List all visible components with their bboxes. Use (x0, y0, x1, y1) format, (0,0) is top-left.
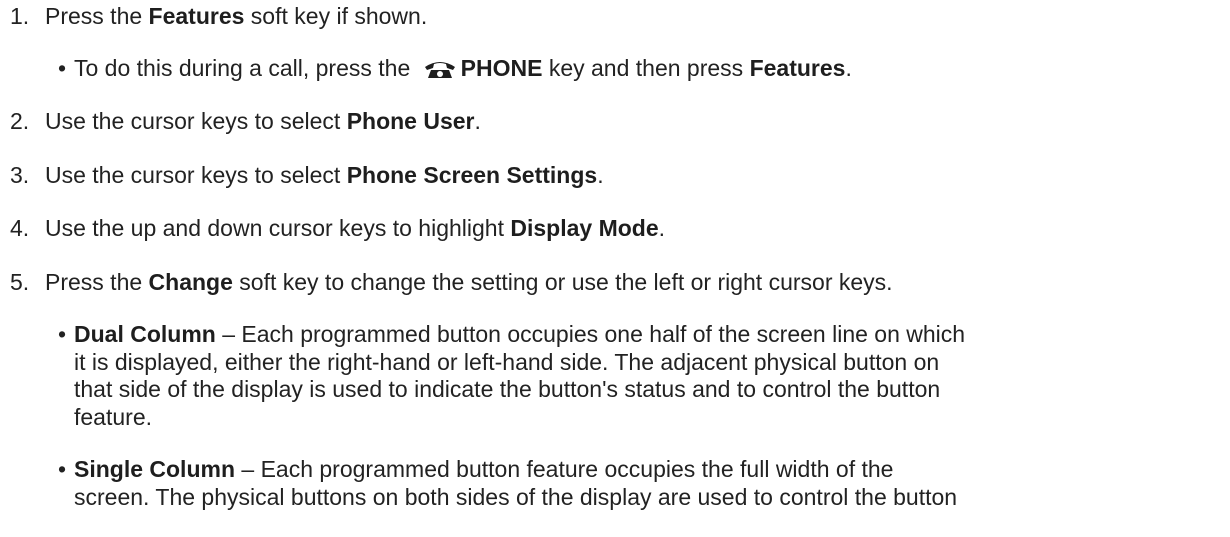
step-number: 1. (10, 3, 30, 29)
phone-icon (423, 57, 457, 79)
step-number: 5. (10, 269, 30, 295)
step-number: 4. (10, 215, 30, 241)
dual-column-term: Dual Column (74, 321, 216, 347)
bullet: • (58, 321, 67, 347)
single-column-term: Single Column (74, 456, 235, 482)
bullet: • (58, 456, 67, 482)
step-number: 3. (10, 162, 30, 188)
bullet: • (58, 55, 67, 81)
step-number: 2. (10, 108, 30, 134)
